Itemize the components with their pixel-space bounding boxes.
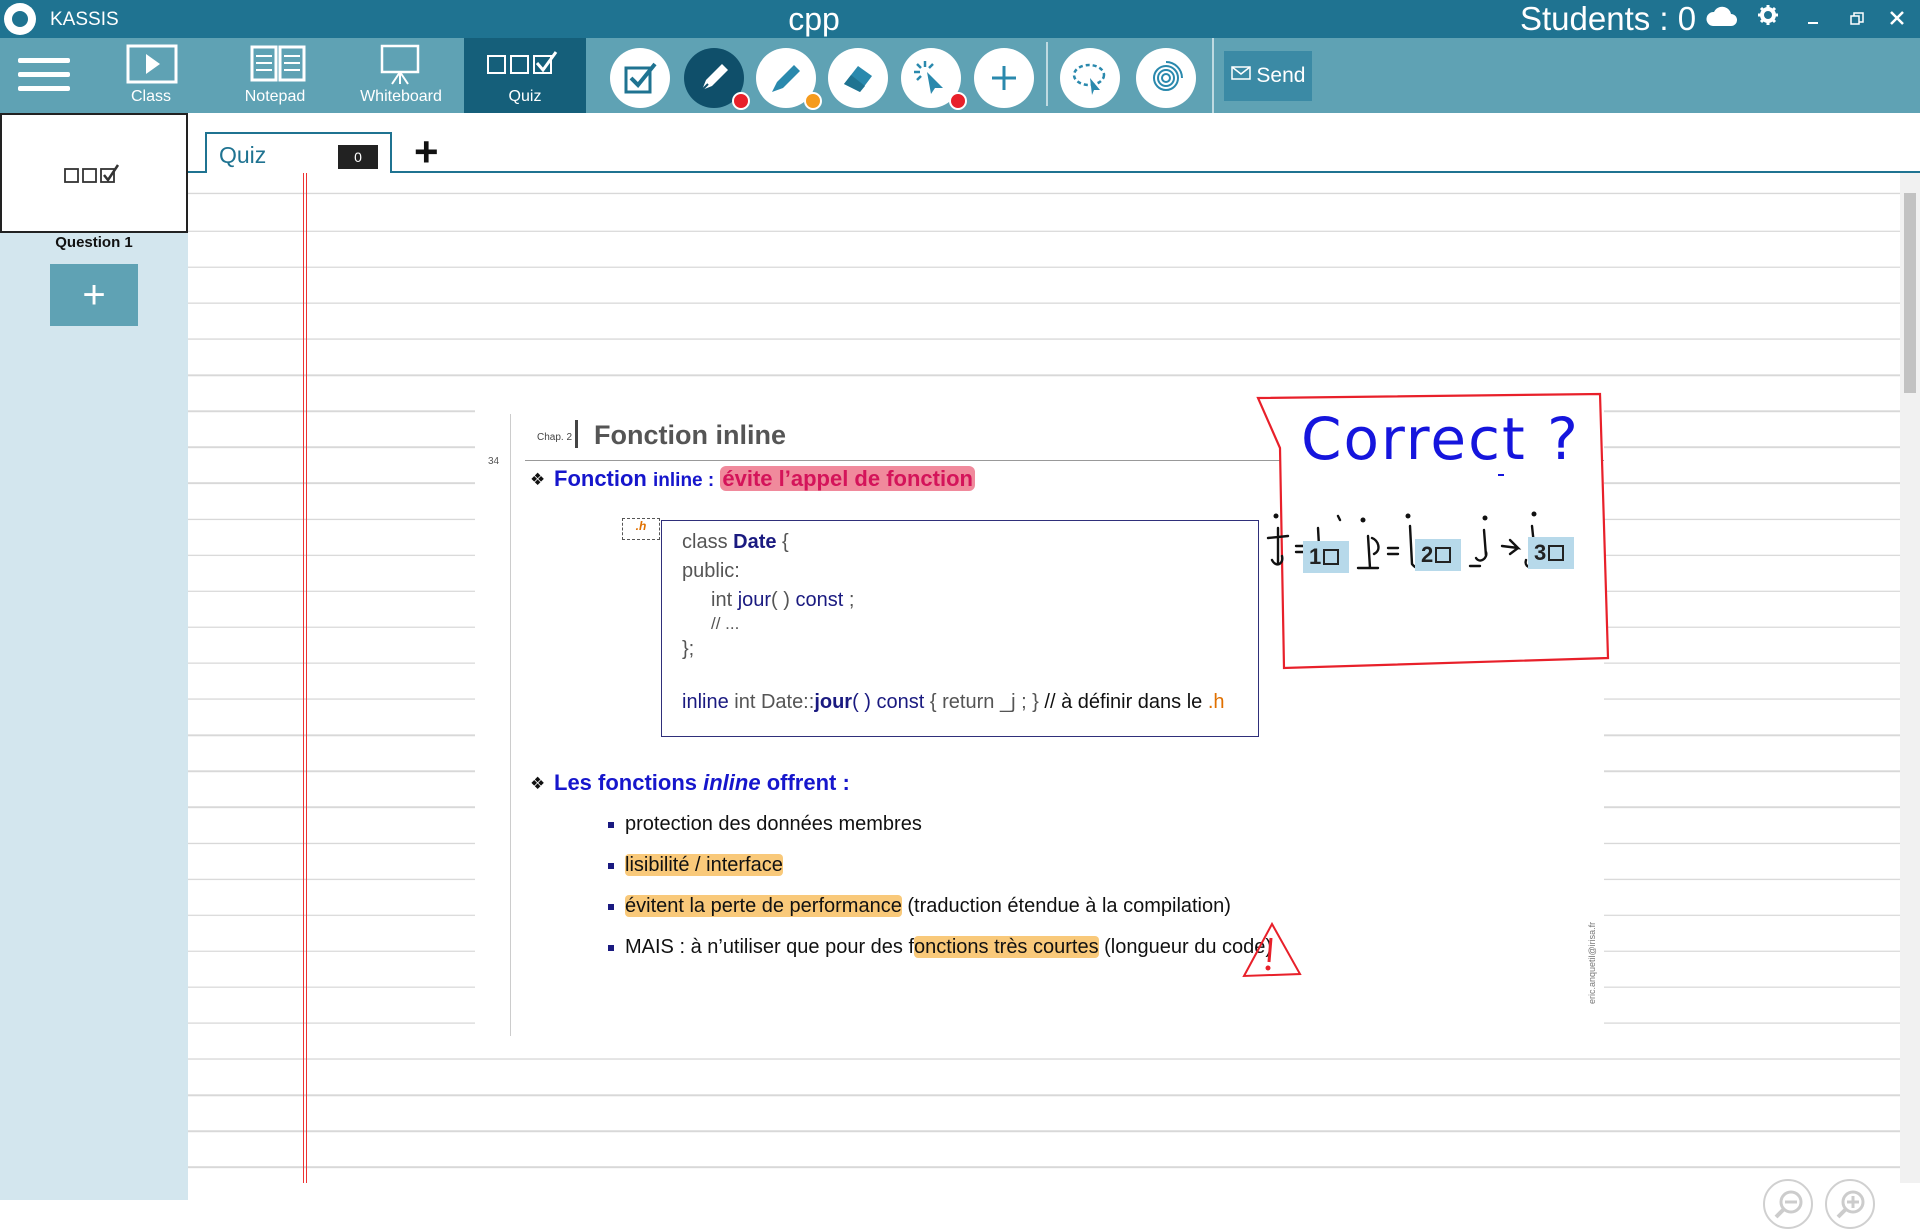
code-line-1: class Date {	[682, 531, 789, 553]
highlighter-tool-icon	[772, 65, 800, 92]
highlighter-tool-button[interactable]	[756, 48, 822, 110]
envelope-icon	[1230, 66, 1251, 80]
send-label: Send	[1256, 64, 1306, 87]
title-bar: KASSIS cpp Students : 0	[0, 0, 1920, 38]
list-item: protection des données membres	[608, 813, 922, 835]
eraser-tool-icon	[844, 66, 872, 92]
zoom-in-icon	[1836, 1190, 1865, 1219]
code-line-3: int jour( ) const ;	[711, 589, 855, 611]
list-item: MAIS : à n’utiliser que pour des fonctio…	[607, 936, 1273, 958]
pointer-tool-icon	[914, 61, 943, 94]
mode-notepad-button[interactable]: Notepad	[214, 38, 336, 113]
fingerprint-tool-button[interactable]	[1136, 48, 1196, 108]
code-line-2: public:	[682, 560, 740, 582]
mode-class-button[interactable]: Class	[90, 38, 212, 113]
toolbar-separator	[1212, 38, 1214, 113]
heading-inline-part1: Fonction	[554, 466, 647, 491]
heading-inline-highlight: évite l’appel de fonction	[720, 466, 975, 491]
heading-inline: Fonction inline : évite l’appel de fonct…	[554, 466, 975, 492]
mode-notepad-label: Notepad	[244, 88, 306, 105]
diamond-bullet-icon: ❖	[530, 774, 546, 793]
question-sidebar: Question 1 +	[0, 113, 188, 1200]
pen-color-dot	[732, 92, 750, 110]
lasso-tool-button[interactable]	[1060, 48, 1120, 108]
heading-inline-part2: inline :	[653, 470, 715, 491]
slide-vertical-rule	[510, 414, 511, 1036]
handwritten-correct-label: Correct ?	[1301, 405, 1580, 473]
zoom-out-icon	[1774, 1190, 1803, 1219]
warning-icon	[1242, 921, 1302, 978]
quiz-option-2[interactable]: 2	[1415, 539, 1461, 571]
diamond-bullet-icon: ❖	[530, 470, 546, 489]
zoom-out-button[interactable]	[1763, 1179, 1813, 1229]
students-count: Students : 0	[1520, 0, 1697, 37]
hamburger-menu-icon[interactable]	[18, 58, 70, 92]
code-line-5: };	[682, 638, 695, 660]
fingerprint-tool-icon	[1153, 61, 1183, 91]
mode-quiz-label: Quiz	[508, 88, 542, 105]
cloud-icon[interactable]	[1705, 4, 1737, 34]
slide-page-number: 34	[488, 456, 500, 467]
quiz-option-1[interactable]: 1	[1303, 541, 1349, 573]
checkbox-tool-icon	[624, 62, 657, 94]
tab-quiz-count-badge: 0	[338, 145, 378, 169]
zoom-in-button[interactable]	[1825, 1179, 1875, 1229]
list-item: évitent la perte de performance (traduct…	[608, 895, 1231, 917]
add-tool-icon	[992, 66, 1016, 90]
checkbox-icon	[1548, 545, 1565, 561]
lasso-tool-icon	[1072, 63, 1106, 95]
tab-quiz-label: Quiz	[219, 142, 267, 168]
author-email: eric.anquetil@irisa.fr	[1587, 921, 1597, 1004]
pointer-color-dot	[949, 92, 967, 110]
toolbar-separator	[1046, 42, 1048, 106]
quiz-icon	[64, 164, 120, 183]
list-item: lisibilité / interface	[608, 854, 783, 876]
notepad-icon	[250, 45, 306, 82]
code-box: class Date { public: int jour( ) const ;…	[661, 520, 1259, 737]
tab-quiz[interactable]: Quiz 0	[205, 132, 392, 173]
checkbox-tool-button[interactable]	[610, 48, 670, 108]
minimize-icon[interactable]	[1798, 4, 1828, 34]
quiz-icon	[487, 51, 558, 74]
add-question-button[interactable]: +	[50, 264, 138, 326]
eraser-tool-button[interactable]	[828, 48, 888, 108]
pointer-tool-button[interactable]	[901, 48, 967, 110]
highlighter-color-dot	[804, 92, 822, 110]
close-icon[interactable]	[1882, 4, 1912, 34]
mode-whiteboard-label: Whiteboard	[360, 88, 442, 105]
pen-tool-button[interactable]	[684, 48, 750, 110]
mode-whiteboard-button[interactable]: Whiteboard	[340, 38, 462, 113]
margin-line	[303, 173, 307, 1183]
notebook-page[interactable]: Chap. 2 Fonction inline 34 ❖ Fonction in…	[188, 173, 1900, 1229]
mode-class-label: Class	[130, 88, 171, 105]
mode-quiz-button[interactable]: Quiz	[464, 38, 586, 113]
pen-tool-icon	[701, 64, 728, 91]
checkbox-icon	[1323, 549, 1340, 565]
restore-icon[interactable]	[1842, 4, 1872, 34]
scrollbar-thumb[interactable]	[1904, 193, 1916, 393]
quiz-option-3[interactable]: 3	[1528, 537, 1574, 569]
question-thumbnail[interactable]	[0, 113, 188, 233]
send-button[interactable]: Send	[1224, 51, 1312, 101]
heading-offrent: Les fonctions inline offrent :	[554, 770, 850, 795]
file-tag: .h	[622, 518, 660, 540]
add-tool-button[interactable]	[974, 48, 1034, 108]
document-title: cpp	[788, 1, 840, 37]
vertical-scrollbar[interactable]	[1900, 173, 1920, 1183]
chapter-label: Chap. 2	[537, 432, 573, 443]
question-label: Question 1	[55, 234, 133, 251]
play-icon	[126, 44, 178, 84]
toolbar: Class Notepad Whiteboard Quiz Send	[0, 38, 1920, 113]
slide-title: Fonction inline	[594, 420, 786, 450]
gear-icon[interactable]	[1753, 4, 1783, 34]
code-line-4: // ...	[711, 614, 740, 633]
add-tab-button[interactable]: +	[414, 131, 439, 173]
whiteboard-icon	[380, 44, 420, 85]
code-line-6: inline int Date::jour( ) const { return …	[682, 691, 1225, 713]
main-area: Quiz 0 + Chap. 2 Fonction inline 34 ❖ Fo…	[188, 113, 1920, 1229]
tab-bar: Quiz 0 +	[188, 113, 1920, 173]
checkbox-icon	[1435, 547, 1452, 563]
chapter-bar	[575, 420, 578, 448]
